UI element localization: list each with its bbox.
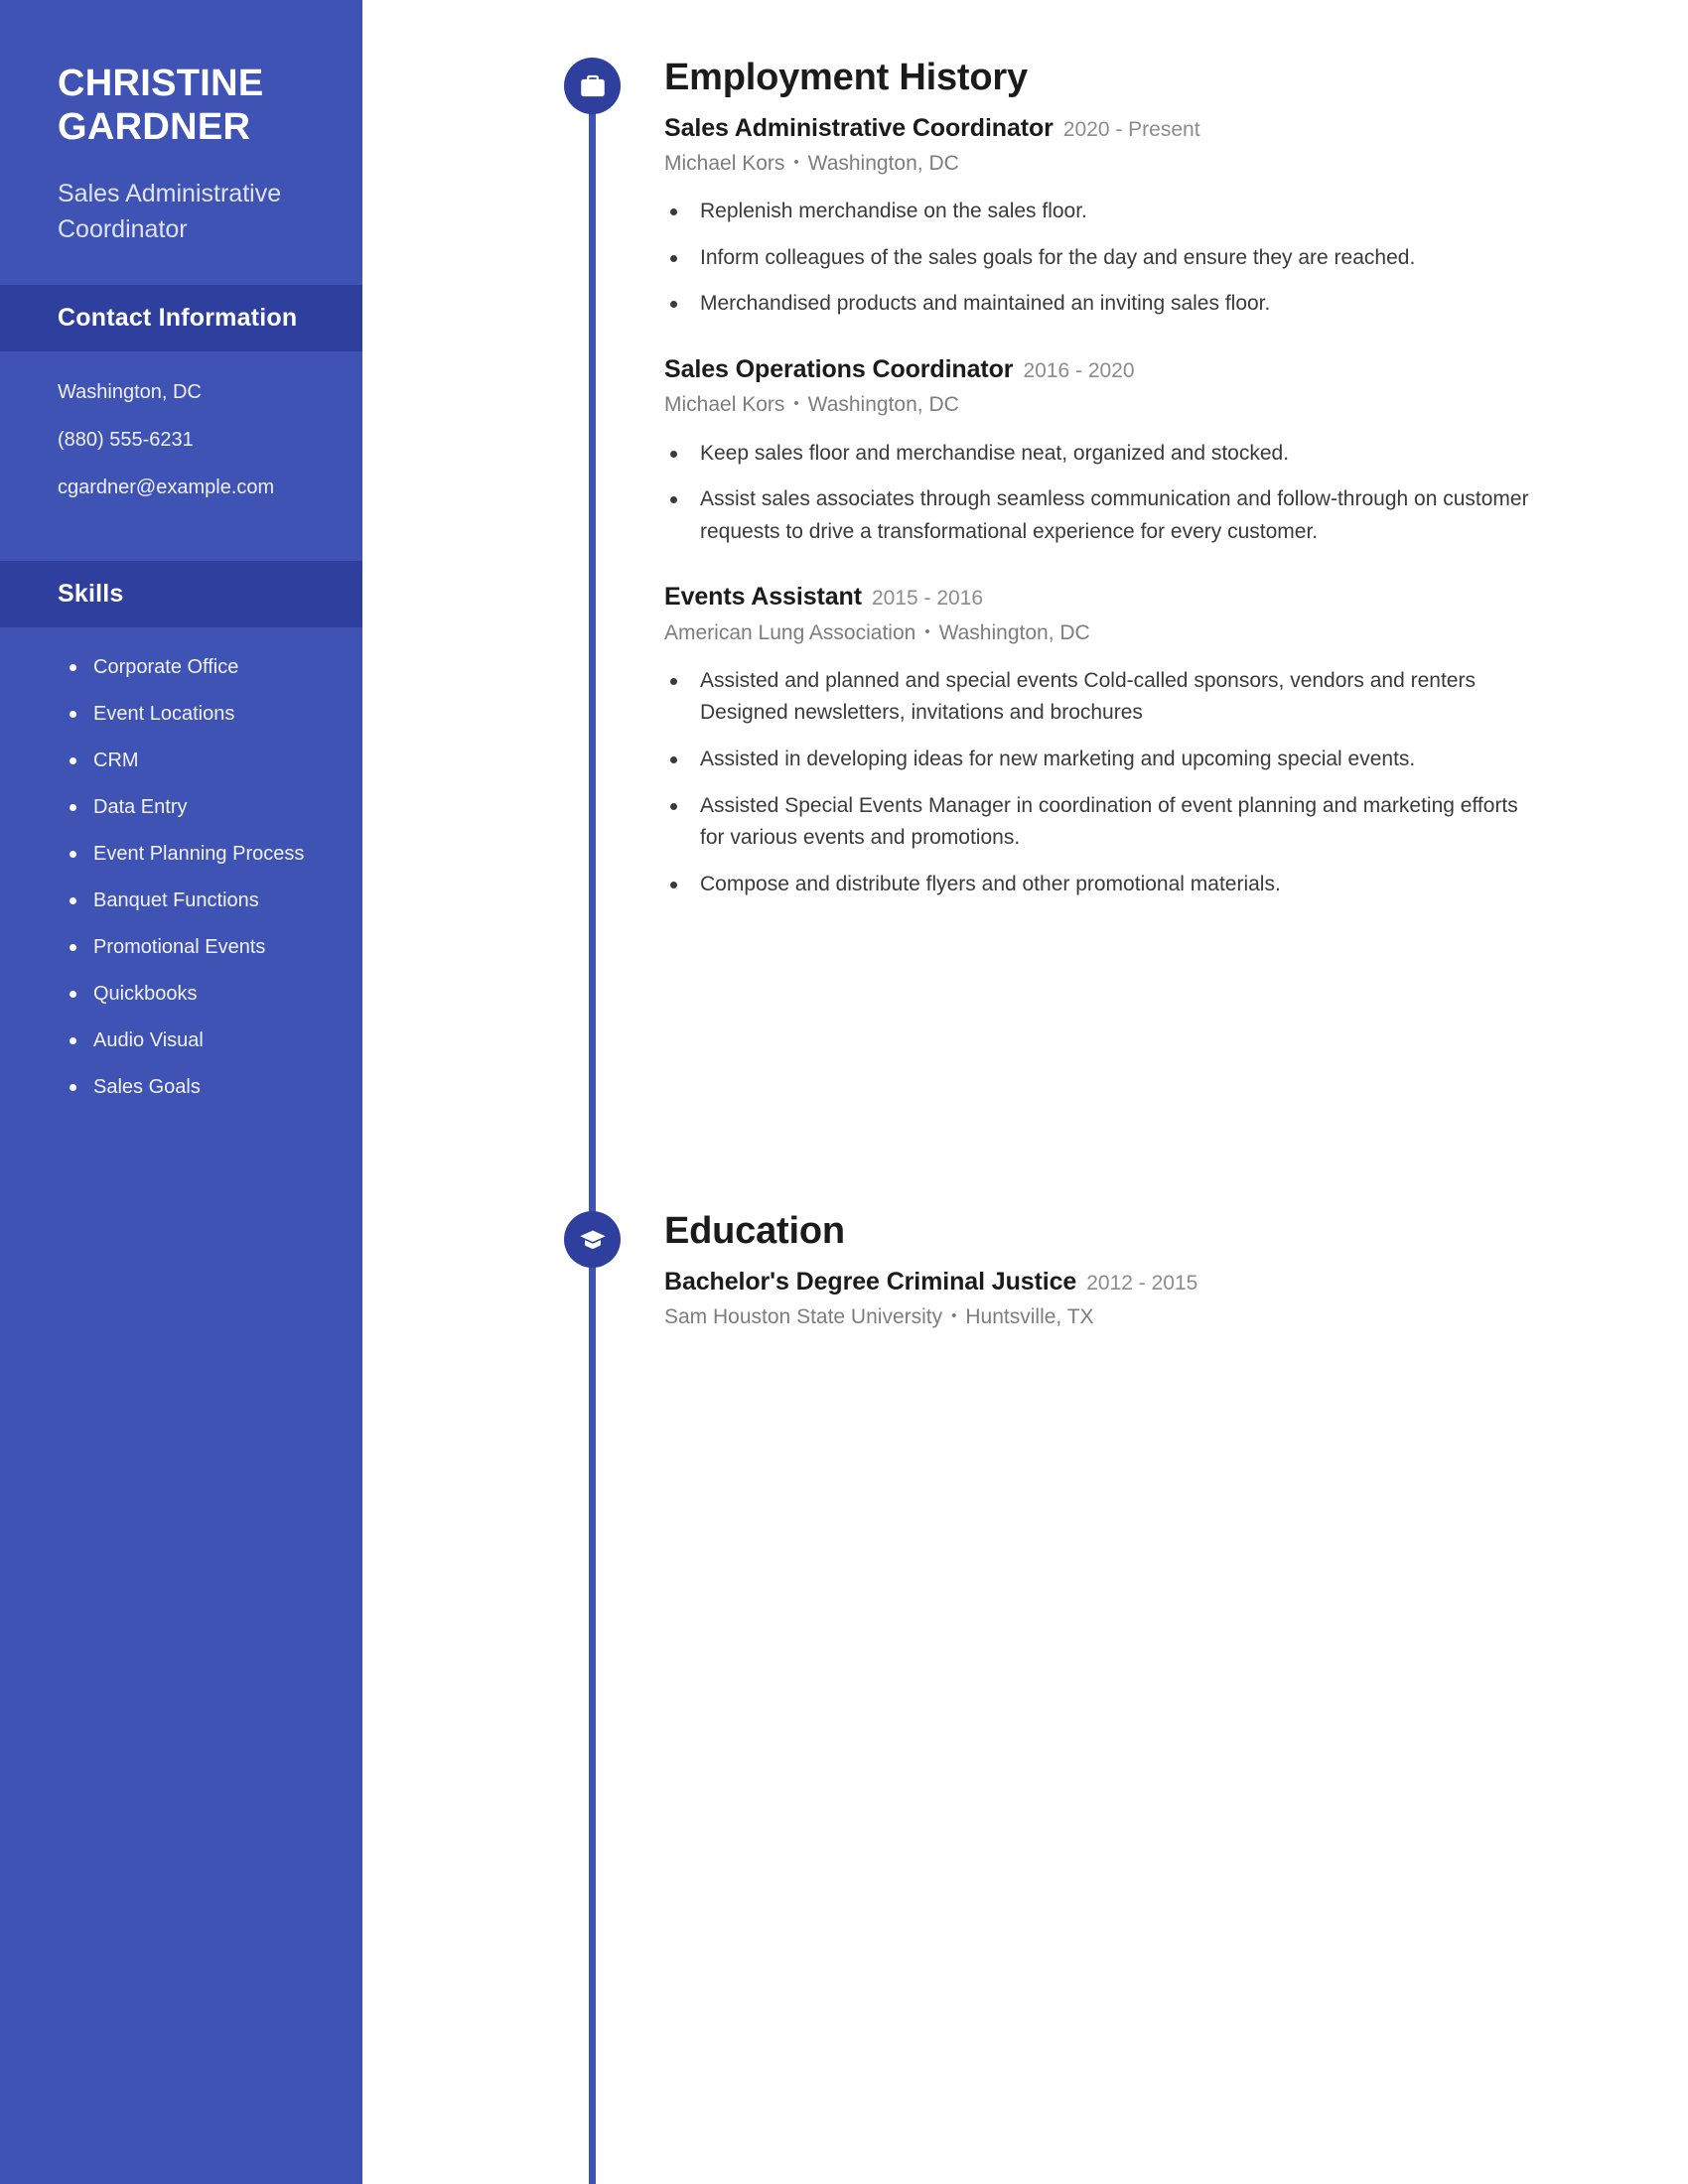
page-title: Employment History	[664, 57, 1028, 98]
job-location: Washington, DC	[807, 393, 959, 417]
entry-headline: Sales Operations Coordinator 2016 - 2020	[664, 354, 1529, 385]
list-item: Audio Visual	[66, 1028, 333, 1053]
contact-heading: Contact Information	[58, 303, 298, 332]
list-item: Inform colleagues of the sales goals for…	[664, 242, 1529, 275]
job-title: Sales Operations Coordinator	[664, 355, 1014, 384]
contact-location: Washington, DC	[58, 380, 202, 403]
entry-headline: Events Assistant 2015 - 2016	[664, 582, 1529, 613]
identity-block: CHRISTINE GARDNER Sales Administrative C…	[0, 0, 362, 248]
list-item: Assisted in developing ideas for new mar…	[664, 744, 1529, 776]
education-body: Education Bachelor's Degree Criminal Jus…	[664, 1210, 1688, 1332]
school-name: Sam Houston State University	[664, 1305, 943, 1329]
candidate-job-title: Sales Administrative Coordinator	[58, 179, 282, 244]
job-title: Sales Administrative Coordinator	[664, 113, 1054, 142]
job-location: Washington, DC	[807, 152, 959, 176]
contact-section-header: Contact Information	[0, 284, 362, 351]
list-item: Event Planning Process	[66, 842, 333, 867]
list-item: Assisted and planned and special events …	[664, 665, 1529, 730]
list-item: Keep sales floor and merchandise neat, o…	[664, 438, 1529, 471]
contact-phone[interactable]: (880) 555-6231	[58, 427, 323, 453]
job-bullets: Keep sales floor and merchandise neat, o…	[664, 438, 1529, 549]
job-bullets: Replenish merchandise on the sales floor…	[664, 196, 1529, 321]
job-dates: 2015 - 2016	[871, 587, 984, 611]
main-content: Employment History Sales Administrative …	[362, 0, 1688, 2184]
employment-entry: Events Assistant 2015 - 2016 American Lun…	[664, 582, 1529, 900]
list-item: Sales Goals	[66, 1075, 333, 1100]
list-item: Merchandised products and maintained an …	[664, 288, 1529, 321]
company-name: Michael Kors	[664, 152, 785, 176]
list-item: Replenish merchandise on the sales floor…	[664, 196, 1529, 228]
degree-dates: 2012 - 2015	[1086, 1271, 1198, 1295]
separator-dot: •	[793, 395, 799, 413]
list-item: Assist sales associates through seamless…	[664, 483, 1529, 548]
list-item: Promotional Events	[66, 935, 333, 960]
candidate-name: CHRISTINE GARDNER	[58, 63, 264, 149]
separator-dot: •	[793, 154, 799, 172]
skills-section-header: Skills	[0, 560, 362, 627]
entry-headline: Bachelor's Degree Criminal Justice 2012 -…	[664, 1267, 1529, 1297]
separator-dot: •	[951, 1307, 957, 1325]
education-section: Education Bachelor's Degree Criminal Jus…	[362, 1210, 1688, 1332]
skills-list: Corporate Office Event Locations CRM Dat…	[0, 627, 362, 1130]
company-name: American Lung Association	[664, 620, 916, 644]
job-meta: Michael Kors • Washington, DC	[664, 391, 1529, 419]
briefcase-icon	[564, 58, 621, 114]
employment-entry: Sales Operations Coordinator 2016 - 2020 …	[664, 354, 1529, 548]
degree-title: Bachelor's Degree Criminal Justice	[664, 1267, 1077, 1296]
company-name: Michael Kors	[664, 393, 785, 417]
list-item: Corporate Office	[66, 655, 333, 680]
contact-email[interactable]: cgardner@example.com	[58, 475, 323, 500]
education-entry: Bachelor's Degree Criminal Justice 2012 -…	[664, 1267, 1529, 1332]
list-item: Compose and distribute flyers and other …	[664, 869, 1529, 901]
employment-body: Employment History Sales Administrative …	[664, 57, 1688, 900]
separator-dot: •	[924, 622, 930, 640]
list-item: Assisted Special Events Manager in coord…	[664, 790, 1529, 855]
page-title: Education	[664, 1210, 845, 1252]
list-item: Data Entry	[66, 795, 333, 820]
job-location: Washington, DC	[938, 620, 1090, 644]
job-bullets: Assisted and planned and special events …	[664, 665, 1529, 900]
list-item: Banquet Functions	[66, 888, 333, 913]
skills-heading: Skills	[58, 579, 124, 608]
employment-history-section: Employment History Sales Administrative …	[362, 57, 1688, 900]
job-dates: 2020 - Present	[1062, 117, 1200, 141]
sidebar: CHRISTINE GARDNER Sales Administrative C…	[0, 0, 362, 2184]
graduation-cap-icon	[564, 1211, 621, 1268]
school-location: Huntsville, TX	[965, 1305, 1094, 1329]
job-meta: American Lung Association • Washington, DC	[664, 619, 1529, 647]
entry-headline: Sales Administrative Coordinator 2020 - P…	[664, 113, 1529, 144]
job-dates: 2016 - 2020	[1023, 359, 1135, 383]
resume-page: CHRISTINE GARDNER Sales Administrative C…	[0, 0, 1688, 2184]
list-item: CRM	[66, 749, 333, 773]
education-meta: Sam Houston State University • Huntsville,…	[664, 1303, 1529, 1331]
list-item: Quickbooks	[66, 982, 333, 1007]
job-meta: Michael Kors • Washington, DC	[664, 150, 1529, 178]
employment-entry: Sales Administrative Coordinator 2020 - P…	[664, 113, 1529, 321]
contact-list: Washington, DC (880) 555-6231 cgardner@e…	[0, 351, 362, 524]
job-title: Events Assistant	[664, 583, 862, 612]
list-item: Event Locations	[66, 702, 333, 727]
